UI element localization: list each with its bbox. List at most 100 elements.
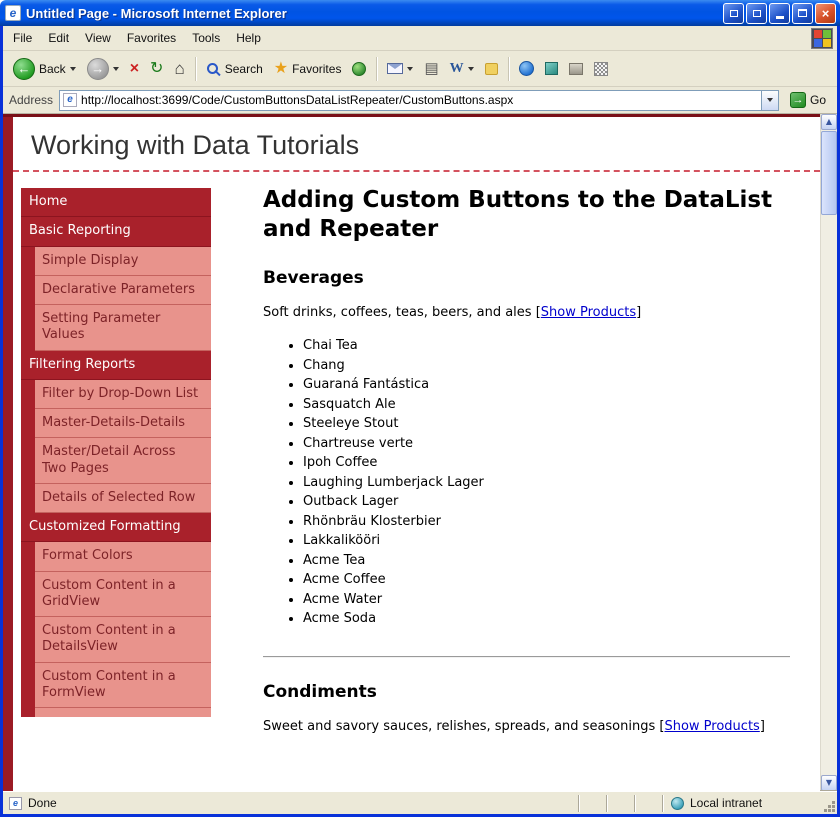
menu-favorites[interactable]: Favorites xyxy=(119,27,184,49)
sidebar-item-filter-by-drop-down-list[interactable]: Filter by Drop-Down List xyxy=(21,380,211,409)
mail-dropdown-icon[interactable] xyxy=(407,67,413,71)
vertical-scrollbar[interactable]: ▲ ▼ xyxy=(820,114,837,791)
status-pane xyxy=(634,795,662,812)
main-content: Adding Custom Buttons to the DataList an… xyxy=(263,186,790,767)
sidebar-item-master-detail-across-two-pages[interactable]: Master/Detail Across Two Pages xyxy=(21,438,211,484)
sidebar-item-label xyxy=(35,708,211,717)
refresh-button[interactable]: ↻ xyxy=(146,59,167,79)
nav-indent-strip xyxy=(21,380,35,409)
search-icon xyxy=(207,63,218,74)
sidebar-item-declarative-parameters[interactable]: Declarative Parameters xyxy=(21,276,211,305)
go-arrow-icon: → xyxy=(790,92,806,108)
resize-grip[interactable] xyxy=(822,792,837,814)
back-button[interactable]: ← Back xyxy=(9,56,80,82)
search-button[interactable]: Search xyxy=(202,59,267,78)
window-split-button-1[interactable] xyxy=(723,3,744,24)
print-button[interactable]: ▤ xyxy=(420,59,442,78)
product-item: Laughing Lumberjack Lager xyxy=(303,475,790,490)
sidebar-item-home[interactable]: Home xyxy=(21,188,211,217)
edit-button[interactable]: W xyxy=(446,60,478,78)
status-text: Done xyxy=(28,796,57,810)
sidebar-item-label: Master/Detail Across Two Pages xyxy=(35,438,211,484)
nav-indent-strip xyxy=(21,708,35,717)
back-dropdown-icon[interactable] xyxy=(70,67,76,71)
sidebar-item-setting-parameter-values[interactable]: Setting Parameter Values xyxy=(21,305,211,351)
scrollbar-thumb[interactable] xyxy=(821,131,837,215)
scroll-down-button[interactable]: ▼ xyxy=(821,775,837,791)
sidebar-item-custom-content-in-a-gridview[interactable]: Custom Content in a GridView xyxy=(21,572,211,618)
sidebar-item-custom-content-in-a-formview[interactable]: Custom Content in a FormView xyxy=(21,663,211,709)
sidebar-item-customized-formatting[interactable]: Customized Formatting xyxy=(21,513,211,542)
home-icon: ⌂ xyxy=(174,60,184,77)
product-item: Steeleye Stout xyxy=(303,416,790,431)
mail-button[interactable] xyxy=(383,61,417,76)
show-products-link[interactable]: Show Products xyxy=(541,305,636,320)
menu-help[interactable]: Help xyxy=(228,27,269,49)
description-text: Sweet and savory sauces, relishes, sprea… xyxy=(263,719,664,734)
title-bar[interactable]: e Untitled Page - Microsoft Internet Exp… xyxy=(0,0,840,26)
forward-icon: → xyxy=(87,58,109,80)
grid-button[interactable] xyxy=(590,60,612,78)
standard-toolbar: ← Back → × ↻ ⌂ Search ★ Favorites xyxy=(3,51,837,87)
menu-file[interactable]: File xyxy=(5,27,40,49)
stop-button[interactable]: × xyxy=(126,59,143,79)
home-button[interactable]: ⌂ xyxy=(170,58,188,79)
forward-dropdown-icon[interactable] xyxy=(113,67,119,71)
window-title: Untitled Page - Microsoft Internet Explo… xyxy=(26,6,723,21)
maximize-button[interactable] xyxy=(792,3,813,24)
favorites-button[interactable]: ★ Favorites xyxy=(270,59,346,79)
sidebar-item-label: Setting Parameter Values xyxy=(35,305,211,351)
back-icon: ← xyxy=(13,58,35,80)
sidebar-item-custom-content-in-a-detailsview[interactable]: Custom Content in a DetailsView xyxy=(21,617,211,663)
menu-edit[interactable]: Edit xyxy=(40,27,77,49)
go-button[interactable]: → Go xyxy=(785,91,831,109)
minimize-button[interactable] xyxy=(769,3,790,24)
menu-tools[interactable]: Tools xyxy=(184,27,228,49)
close-button[interactable]: × xyxy=(815,3,836,24)
product-item: Acme Coffee xyxy=(303,572,790,587)
section-divider xyxy=(263,656,790,658)
category-section-condiments: Condiments Sweet and savory sauces, reli… xyxy=(263,682,790,737)
edit-dropdown-icon[interactable] xyxy=(468,67,474,71)
sidebar-item-details-of-selected-row[interactable]: Details of Selected Row xyxy=(21,484,211,513)
show-products-link[interactable]: Show Products xyxy=(664,719,759,734)
menu-view[interactable]: View xyxy=(77,27,119,49)
favorites-label: Favorites xyxy=(292,62,341,76)
menu-bar: File Edit View Favorites Tools Help xyxy=(3,26,837,51)
discuss-button[interactable] xyxy=(481,61,502,77)
mail-icon xyxy=(387,63,403,74)
scroll-up-button[interactable]: ▲ xyxy=(821,114,837,130)
nav-indent-strip xyxy=(21,276,35,305)
zone-label: Local intranet xyxy=(690,796,762,810)
sidebar-item-filtering-reports[interactable]: Filtering Reports xyxy=(21,351,211,380)
status-bar: e Done Local intranet xyxy=(3,791,837,814)
address-bar: Address e http://localhost:3699/Code/Cus… xyxy=(3,87,837,114)
nav-indent-strip xyxy=(21,438,35,484)
address-input[interactable]: e http://localhost:3699/Code/CustomButto… xyxy=(59,90,779,111)
sidebar-item-label: Filtering Reports xyxy=(29,357,135,372)
nav-indent-strip xyxy=(21,305,35,351)
category-description: Sweet and savory sauces, relishes, sprea… xyxy=(263,718,790,737)
window-split-button-2[interactable] xyxy=(746,3,767,24)
scrollbar-track[interactable] xyxy=(821,130,837,775)
product-item: Ipoh Coffee xyxy=(303,455,790,470)
sidebar-item-partial[interactable] xyxy=(21,708,211,717)
forward-button[interactable]: → xyxy=(83,56,123,82)
sidebar-nav: HomeBasic ReportingSimple DisplayDeclara… xyxy=(21,188,211,717)
sidebar-item-basic-reporting[interactable]: Basic Reporting xyxy=(21,217,211,246)
research-button[interactable] xyxy=(541,60,562,77)
messenger-button[interactable] xyxy=(515,59,538,78)
product-item: Outback Lager xyxy=(303,494,790,509)
sidebar-item-format-colors[interactable]: Format Colors xyxy=(21,542,211,571)
windows-logo-icon xyxy=(811,28,833,49)
nav-indent-strip xyxy=(21,409,35,438)
library-button[interactable] xyxy=(565,61,587,77)
sidebar-item-simple-display[interactable]: Simple Display xyxy=(21,247,211,276)
address-dropdown-button[interactable] xyxy=(761,91,778,110)
media-button[interactable] xyxy=(348,60,370,78)
sidebar-item-master-details-details[interactable]: Master-Details-Details xyxy=(21,409,211,438)
nav-indent-strip xyxy=(21,617,35,663)
security-zone-pane: Local intranet xyxy=(662,795,822,812)
minimize-icon xyxy=(776,16,784,19)
print-icon: ▤ xyxy=(424,61,438,76)
